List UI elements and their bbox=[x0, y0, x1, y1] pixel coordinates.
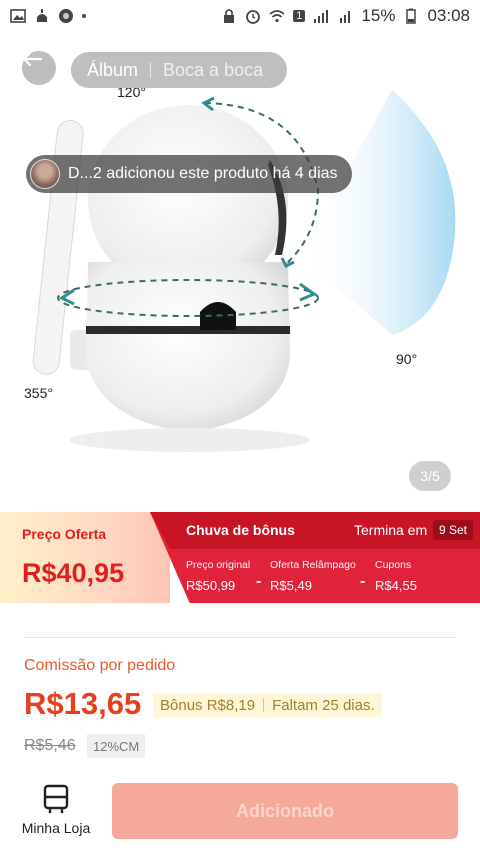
added-button[interactable]: Adicionado bbox=[112, 783, 458, 839]
bonus-amount: Bônus R$8,19 bbox=[160, 696, 256, 714]
coupons-label: Cupons bbox=[375, 559, 412, 571]
price-banner: Preço Oferta R$40,95 Chuva de bônus Term… bbox=[0, 512, 480, 603]
alarm-icon bbox=[246, 10, 261, 24]
activity-toast: D...2 adicionou este produto há 4 dias bbox=[26, 155, 352, 193]
offer-price-label: Preço Oferta bbox=[22, 526, 107, 542]
old-commission-value: R$5,46 bbox=[24, 737, 76, 754]
tab-separator bbox=[150, 62, 152, 78]
campaign-ends-label: Termina em bbox=[354, 522, 428, 538]
app-badge-icon bbox=[59, 9, 73, 23]
shadow bbox=[70, 428, 310, 452]
commission-value: R$13,65 bbox=[24, 686, 142, 721]
bonus-separator bbox=[263, 698, 265, 712]
battery-icon bbox=[406, 8, 417, 24]
section-divider bbox=[24, 637, 456, 638]
base-stripe bbox=[86, 326, 290, 334]
status-right-icons: 1 15% 03:08 bbox=[221, 6, 470, 26]
activity-toast-text: D...2 adicionou este produto há 4 dias bbox=[68, 165, 338, 182]
angle-label-left: 355° bbox=[24, 385, 53, 401]
signal-2-icon bbox=[340, 11, 351, 23]
gallery-icon bbox=[10, 9, 26, 23]
original-price-label: Preço original bbox=[186, 559, 251, 571]
status-bar: 1 15% 03:08 bbox=[0, 0, 480, 32]
original-price-value: R$50,99 bbox=[186, 578, 236, 593]
back-button[interactable] bbox=[22, 51, 56, 85]
tab-word-of-mouth[interactable]: Boca a boca bbox=[163, 60, 263, 81]
angle-label-right: 90° bbox=[396, 351, 418, 367]
tab-album[interactable]: Álbum bbox=[87, 60, 138, 81]
status-left-icons bbox=[10, 8, 86, 24]
commission-rate: 12%CM bbox=[87, 734, 146, 758]
notification-dot bbox=[82, 14, 86, 18]
field-of-view-fan bbox=[300, 90, 456, 335]
arrow-left-icon bbox=[22, 51, 42, 67]
camera-base bbox=[86, 262, 290, 432]
bonus-remaining: Faltam 25 dias. bbox=[272, 696, 375, 714]
pan-arrow-head-right bbox=[299, 282, 318, 302]
signal-icon bbox=[314, 10, 329, 23]
coupons-value: R$4,55 bbox=[375, 578, 417, 593]
commission-label: Comissão por pedido bbox=[24, 657, 176, 674]
offer-price-value: R$40,95 bbox=[22, 558, 125, 588]
store-icon bbox=[43, 784, 69, 813]
gallery-tabs: Álbum Boca a boca bbox=[71, 52, 287, 88]
flash-offer-label: Oferta Relâmpago bbox=[270, 559, 356, 571]
product-gallery[interactable]: 120° 90° 355° Álbum Boca a boca D...2 ad… bbox=[0, 0, 480, 512]
robot-icon bbox=[37, 9, 47, 22]
minus-sign: - bbox=[256, 573, 262, 590]
offer-price-panel: Preço Oferta R$40,95 bbox=[0, 512, 170, 603]
flash-offer-value: R$5,49 bbox=[270, 578, 312, 593]
original-price-block: Preço original R$50,99 bbox=[186, 559, 250, 593]
my-store-button[interactable]: Minha Loja bbox=[18, 784, 94, 844]
avatar bbox=[30, 159, 60, 189]
campaign-end-date: 9 Set bbox=[433, 520, 474, 540]
campaign-title: Chuva de bônus bbox=[186, 522, 295, 538]
coupons-block: Cupons R$4,55 bbox=[375, 559, 417, 593]
wifi-icon bbox=[269, 10, 285, 23]
flash-offer-block: Oferta Relâmpago R$5,49 bbox=[270, 559, 356, 593]
lock-icon bbox=[224, 9, 235, 23]
sim-badge: 1 bbox=[293, 10, 306, 22]
my-store-label: Minha Loja bbox=[21, 820, 91, 836]
bonus-badge: Bônus R$8,19 Faltam 25 dias. bbox=[153, 693, 382, 717]
image-page-counter: 3/5 bbox=[409, 461, 451, 491]
battery-percent: 15% bbox=[361, 6, 396, 25]
clock: 03:08 bbox=[427, 6, 470, 25]
minus-sign: - bbox=[360, 573, 366, 590]
